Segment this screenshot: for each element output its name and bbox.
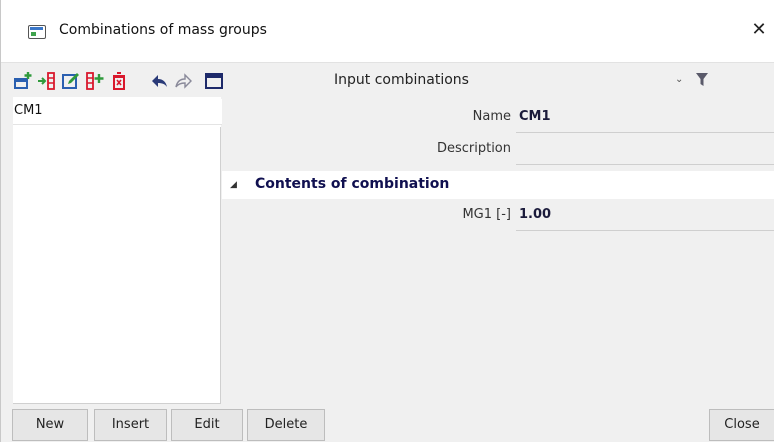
collapse-arrow-icon[interactable]: ◢ (230, 180, 237, 190)
combination-list: CM1 (13, 97, 226, 404)
list-item-cm1[interactable]: CM1 (13, 99, 226, 125)
new-button[interactable]: New (12, 409, 88, 441)
mg1-value[interactable]: 1.00 (519, 207, 551, 222)
redo-icon[interactable] (174, 71, 194, 91)
copy-record-icon[interactable] (85, 71, 105, 91)
edit-button[interactable]: Edit (171, 409, 243, 441)
close-button[interactable]: Close (709, 409, 774, 441)
title-bar: Combinations of mass groups ✕ (1, 0, 774, 62)
button-bar: New Insert Edit Delete Close (1, 404, 774, 442)
dialog-window: Combinations of mass groups ✕ Input comb… (0, 0, 774, 442)
window-title: Combinations of mass groups (59, 22, 267, 38)
row-divider (516, 132, 774, 133)
filter-icon[interactable] (695, 72, 709, 92)
property-row-name: Name CM1 (222, 103, 774, 133)
toolbar: Input combinations ⌄ (1, 62, 774, 97)
table-view-icon[interactable] (204, 71, 224, 91)
group-contents-of-combination[interactable]: ◢ Contents of combination (222, 171, 774, 199)
delete-record-icon[interactable] (109, 71, 129, 91)
group-title: Contents of combination (255, 176, 450, 192)
input-combinations-label[interactable]: Input combinations (334, 72, 469, 88)
insert-button[interactable]: Insert (94, 409, 167, 441)
name-value[interactable]: CM1 (519, 109, 551, 124)
delete-button[interactable]: Delete (247, 409, 325, 441)
window-icon (28, 25, 46, 39)
insert-record-icon[interactable] (37, 71, 57, 91)
mg1-label: MG1 [-] (462, 207, 511, 222)
property-row-mg1: MG1 [-] 1.00 (222, 201, 774, 231)
close-window-icon[interactable]: ✕ (749, 19, 769, 41)
new-record-icon[interactable] (13, 71, 33, 91)
description-label: Description (436, 141, 511, 156)
chevron-down-icon[interactable]: ⌄ (675, 74, 683, 85)
row-divider (516, 230, 774, 231)
properties-panel: Name CM1 Description ◢ Contents of combi… (222, 97, 774, 404)
undo-icon[interactable] (149, 71, 169, 91)
property-row-description: Description (222, 135, 774, 165)
edit-record-icon[interactable] (61, 71, 81, 91)
row-divider (516, 164, 774, 165)
name-label: Name (472, 109, 511, 124)
